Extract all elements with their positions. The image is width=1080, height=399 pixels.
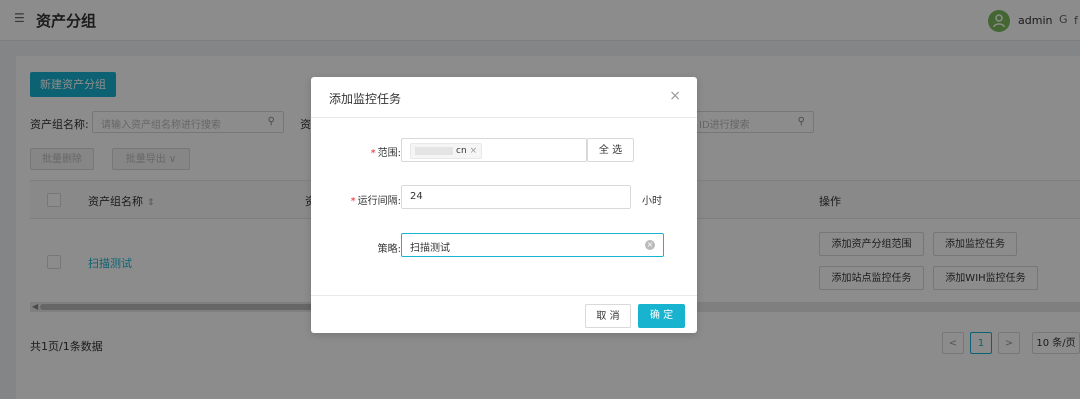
modal-header: 添加监控任务 × xyxy=(311,77,697,118)
policy-label: 策略: xyxy=(377,244,401,255)
cancel-button[interactable]: 取 消 xyxy=(585,304,631,328)
close-icon[interactable]: × xyxy=(669,89,681,103)
modal-footer: 取 消 确 定 xyxy=(311,295,697,334)
interval-label: * 运行间隔: xyxy=(350,196,401,207)
select-all-button[interactable]: 全 选 xyxy=(587,138,634,162)
tag-close-icon[interactable]: × xyxy=(470,146,478,156)
clear-icon[interactable]: × xyxy=(645,240,655,250)
scope-select[interactable]: cn × xyxy=(401,138,587,162)
interval-value: 24 xyxy=(410,191,423,202)
interval-input[interactable]: 24 xyxy=(401,185,631,209)
confirm-button[interactable]: 确 定 xyxy=(638,304,685,328)
redacted-domain xyxy=(415,146,453,155)
policy-select[interactable]: 扫描测试 × xyxy=(401,233,664,257)
add-monitor-task-modal: 添加监控任务 × * 范围: cn × 全 选 * 运行间隔: 24 小时 策略: 扫… xyxy=(311,77,697,333)
scope-tag: cn × xyxy=(410,143,483,159)
modal-title: 添加监控任务 xyxy=(329,92,402,106)
interval-unit: 小时 xyxy=(642,196,662,207)
scope-label: * 范围: xyxy=(370,148,401,159)
policy-value: 扫描测试 xyxy=(410,243,450,254)
